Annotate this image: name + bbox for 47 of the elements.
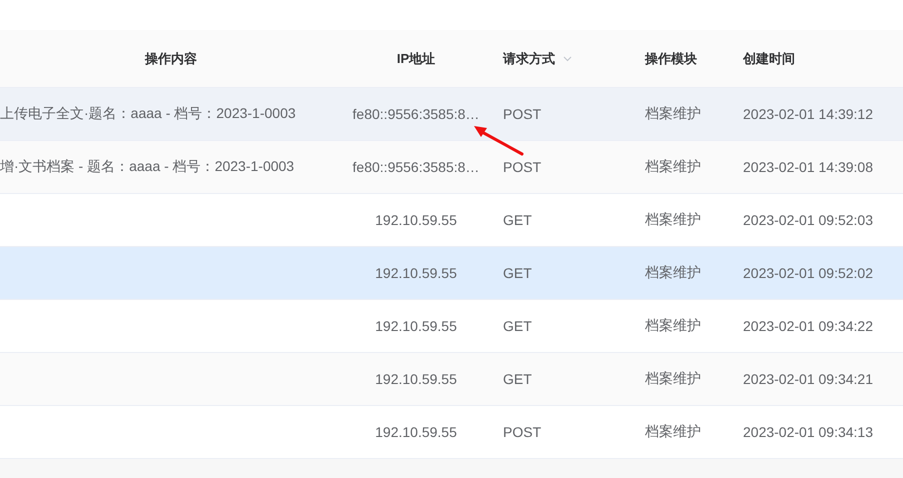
column-header[interactable]: 创建时间 xyxy=(743,30,903,87)
table-cell: GET xyxy=(503,265,532,281)
table-cell: GET xyxy=(503,212,532,228)
table-cell: 档案维护 xyxy=(645,317,701,335)
column-header[interactable]: 请求方式 xyxy=(490,30,625,87)
chevron-down-icon[interactable] xyxy=(563,56,572,62)
column-header[interactable]: 操作内容 xyxy=(0,30,342,87)
table-cell: 上传电子全文·题名：aaaa - 档号：2023-1-0003 xyxy=(0,105,296,123)
table-row[interactable]: 192.10.59.55 POST 档案维护 2023-02-01 09:34:13 xyxy=(0,406,903,459)
table-cell: GET xyxy=(503,318,532,334)
table-cell: GET xyxy=(503,371,532,387)
table-row[interactable]: 192.10.59.55 GET 档案维护 2023-02-01 09:52:02 xyxy=(0,247,903,300)
table-cell: 档案维护 xyxy=(645,211,701,229)
column-header[interactable]: 操作模块 xyxy=(625,30,743,87)
table-cell: fe80::9556:3585:8… xyxy=(352,159,480,175)
header-label: 请求方式 xyxy=(503,50,555,68)
table-cell: POST xyxy=(503,106,542,122)
table-cell: POST xyxy=(503,159,542,175)
table-row[interactable]: 192.10.59.55 GET 档案维护 2023-02-01 09:34:22 xyxy=(0,300,903,353)
table-row[interactable]: 上传电子全文·题名：aaaa - 档号：2023-1-0003 fe80::9556:3585:8… POST 档案维护 2023-02-01 14:39:12 xyxy=(0,88,903,141)
table-cell: 档案维护 xyxy=(645,370,701,388)
table-cell: 2023-02-01 14:39:12 xyxy=(743,106,873,122)
header-label: IP地址 xyxy=(396,50,436,68)
table-cell: 2023-02-01 09:34:21 xyxy=(743,371,873,387)
table-cell: fe80::9556:3585:8… xyxy=(352,106,480,122)
header-label: 创建时间 xyxy=(743,50,795,68)
table-cell: 2023-02-01 09:52:03 xyxy=(743,212,873,228)
table-cell: 档案维护 xyxy=(645,105,701,123)
table-cell: 192.10.59.55 xyxy=(375,371,457,387)
table-cell: 2023-02-01 09:34:13 xyxy=(743,424,873,440)
table-cell: 档案维护 xyxy=(645,264,701,282)
header-label: 操作内容 xyxy=(145,50,197,68)
table-cell: 档案维护 xyxy=(645,158,701,176)
column-header[interactable]: IP地址 xyxy=(342,30,490,87)
table-cell: 档案维护 xyxy=(645,423,701,441)
table-cell: 192.10.59.55 xyxy=(375,318,457,334)
arrow-icon xyxy=(472,124,524,156)
table-cell: 增·文书档案 - 题名：aaaa - 档号：2023-1-0003 xyxy=(0,158,294,176)
table-row[interactable]: 192.10.59.55 GET 档案维护 2023-02-01 09:52:03 xyxy=(0,194,903,247)
table-cell: 192.10.59.55 xyxy=(375,265,457,281)
header-label: 操作模块 xyxy=(645,50,697,68)
table-cell: 2023-02-01 14:39:08 xyxy=(743,159,873,175)
table-cell: 192.10.59.55 xyxy=(375,212,457,228)
table-cell: 2023-02-01 09:52:02 xyxy=(743,265,873,281)
table-cell: 2023-02-01 09:34:22 xyxy=(743,318,873,334)
table-cell: 192.10.59.55 xyxy=(375,424,457,440)
table-cell: POST xyxy=(503,424,542,440)
